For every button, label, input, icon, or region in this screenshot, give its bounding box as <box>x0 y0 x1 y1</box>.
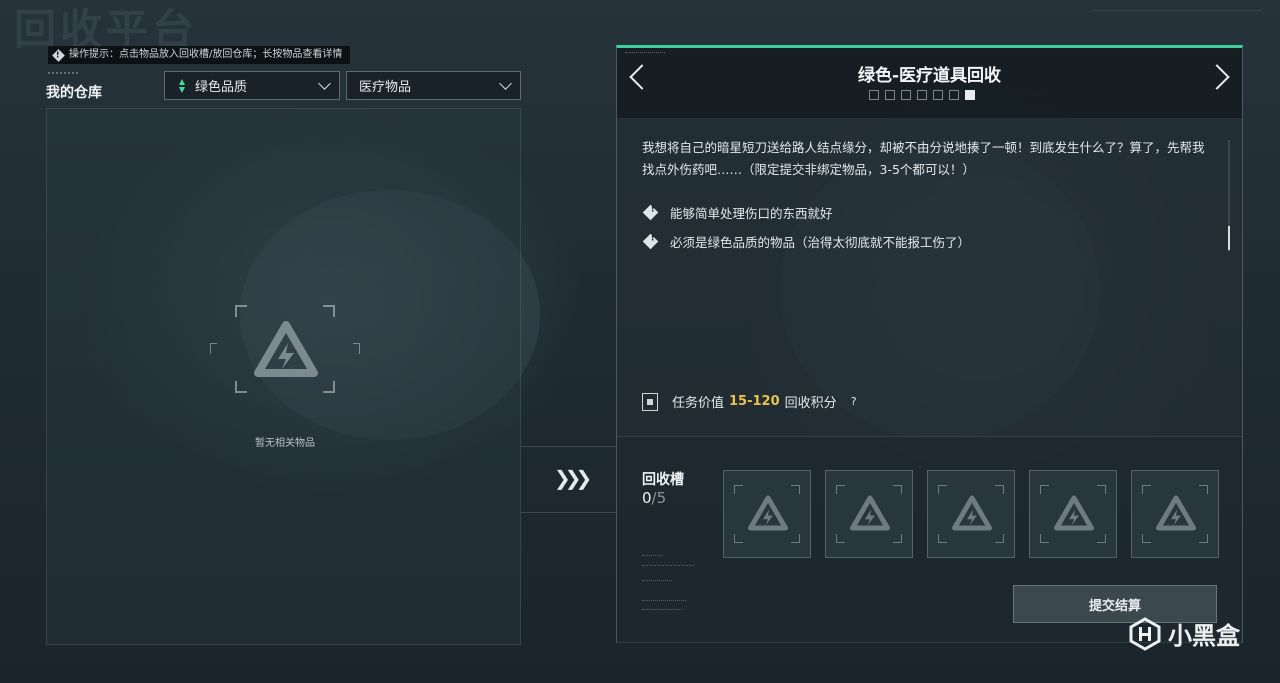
requirement-item: 必须是绿色品质的物品（治得太彻底就不能报工伤了） <box>642 232 970 251</box>
empty-placeholder <box>210 305 360 393</box>
operation-tip: 操作提示：点击物品放入回收槽/放回仓库；长按物品查看详情 <box>48 46 351 64</box>
quest-page-dot[interactable] <box>949 90 959 100</box>
decorative-dots <box>48 72 78 77</box>
decorative-text <box>642 555 662 560</box>
quest-reward: 任务价值 15-120 回收积分 ? <box>642 392 861 411</box>
reward-range: 15-120 <box>729 394 780 409</box>
slot-filled-count: 0 <box>642 489 652 507</box>
help-question-icon[interactable]: ? <box>847 395 861 409</box>
warehouse-title: 我的仓库 <box>46 85 102 101</box>
decorative-text <box>642 565 694 570</box>
recycle-platform-screen: 回收平台 操作提示：点击物品放入回收槽/放回仓库；长按物品查看详情 我的仓库 绿… <box>0 0 1280 683</box>
description-scrollbar[interactable] <box>1228 140 1230 252</box>
category-filter-value: 医疗物品 <box>359 80 412 95</box>
quality-filter-dropdown[interactable]: 绿色品质 <box>164 71 340 100</box>
requirement-item: 能够简单处理伤口的东西就好 <box>642 203 833 222</box>
empty-box-logo-icon <box>254 321 318 377</box>
quest-page-indicator <box>869 90 975 100</box>
quest-title: 绿色-医疗道具回收 <box>857 66 1002 86</box>
heybox-logo-icon <box>1129 616 1161 651</box>
quest-page-dot[interactable] <box>965 90 975 100</box>
empty-slot-logo-icon <box>1054 495 1094 531</box>
corner-decoration <box>1092 10 1262 19</box>
empty-slot-logo-icon <box>748 495 788 531</box>
recycle-slot-label: 回收槽 <box>642 472 684 488</box>
watermark: 小黑盒 <box>1128 616 1240 651</box>
slot-max-count: /5 <box>651 489 667 507</box>
empty-slot-logo-icon <box>952 495 992 531</box>
chevron-down-icon <box>499 77 512 90</box>
connector-line <box>521 512 616 513</box>
scrollbar-thumb[interactable] <box>1228 226 1230 250</box>
quest-panel: 绿色-医疗道具回收 我想将自己的暗星短刀送给路人结点缘分，却被不由分说地揍了一顿… <box>616 45 1243 644</box>
connector-line <box>521 446 616 447</box>
quality-arrows-icon <box>177 78 187 93</box>
reward-prefix: 任务价值 <box>672 396 725 411</box>
recycle-slot[interactable] <box>1029 470 1117 558</box>
recycle-slot[interactable] <box>1131 470 1219 558</box>
recycle-slot[interactable] <box>927 470 1015 558</box>
decorative-text <box>642 600 686 605</box>
watermark-text: 小黑盒 <box>1168 622 1240 650</box>
reward-suffix: 回收积分 <box>784 396 837 411</box>
warning-diamond-icon <box>642 233 659 250</box>
info-diamond-icon <box>52 48 65 62</box>
requirement-text: 能够简单处理伤口的东西就好 <box>670 206 833 221</box>
recycle-slot[interactable] <box>723 470 811 558</box>
empty-slot-logo-icon <box>1156 495 1196 531</box>
category-filter-dropdown[interactable]: 医疗物品 <box>346 71 521 100</box>
requirement-text: 必须是绿色品质的物品（治得太彻底就不能报工伤了） <box>670 235 971 250</box>
reward-badge-icon <box>642 392 658 411</box>
quest-page-dot[interactable] <box>885 90 895 100</box>
quest-page-dot[interactable] <box>917 90 927 100</box>
quest-page-dot[interactable] <box>869 90 879 100</box>
quest-page-dot[interactable] <box>933 90 943 100</box>
quest-header: 绿色-医疗道具回收 <box>617 48 1242 118</box>
transfer-arrows-icon: ❯❯❯ <box>554 466 592 490</box>
decorative-dots <box>625 52 665 59</box>
recycle-slot-count: 0/5 <box>642 489 666 507</box>
chevron-down-icon <box>318 77 331 90</box>
operation-tip-text: 操作提示：点击物品放入回收槽/放回仓库；长按物品查看详情 <box>69 49 343 60</box>
empty-state-text: 暂无相关物品 <box>255 438 315 449</box>
recycle-slot[interactable] <box>825 470 913 558</box>
decorative-text <box>642 609 682 614</box>
empty-slot-logo-icon <box>850 495 890 531</box>
decorative-text <box>642 580 672 585</box>
warning-diamond-icon <box>642 204 659 221</box>
quest-page-dot[interactable] <box>901 90 911 100</box>
recycle-slot-area: 回收槽 0/5 提交结算 <box>617 436 1242 644</box>
quest-description: 我想将自己的暗星短刀送给路人结点缘分，却被不由分说地揍了一顿！到底发生什么了？算… <box>642 140 1205 177</box>
quality-filter-value: 绿色品质 <box>195 80 248 95</box>
